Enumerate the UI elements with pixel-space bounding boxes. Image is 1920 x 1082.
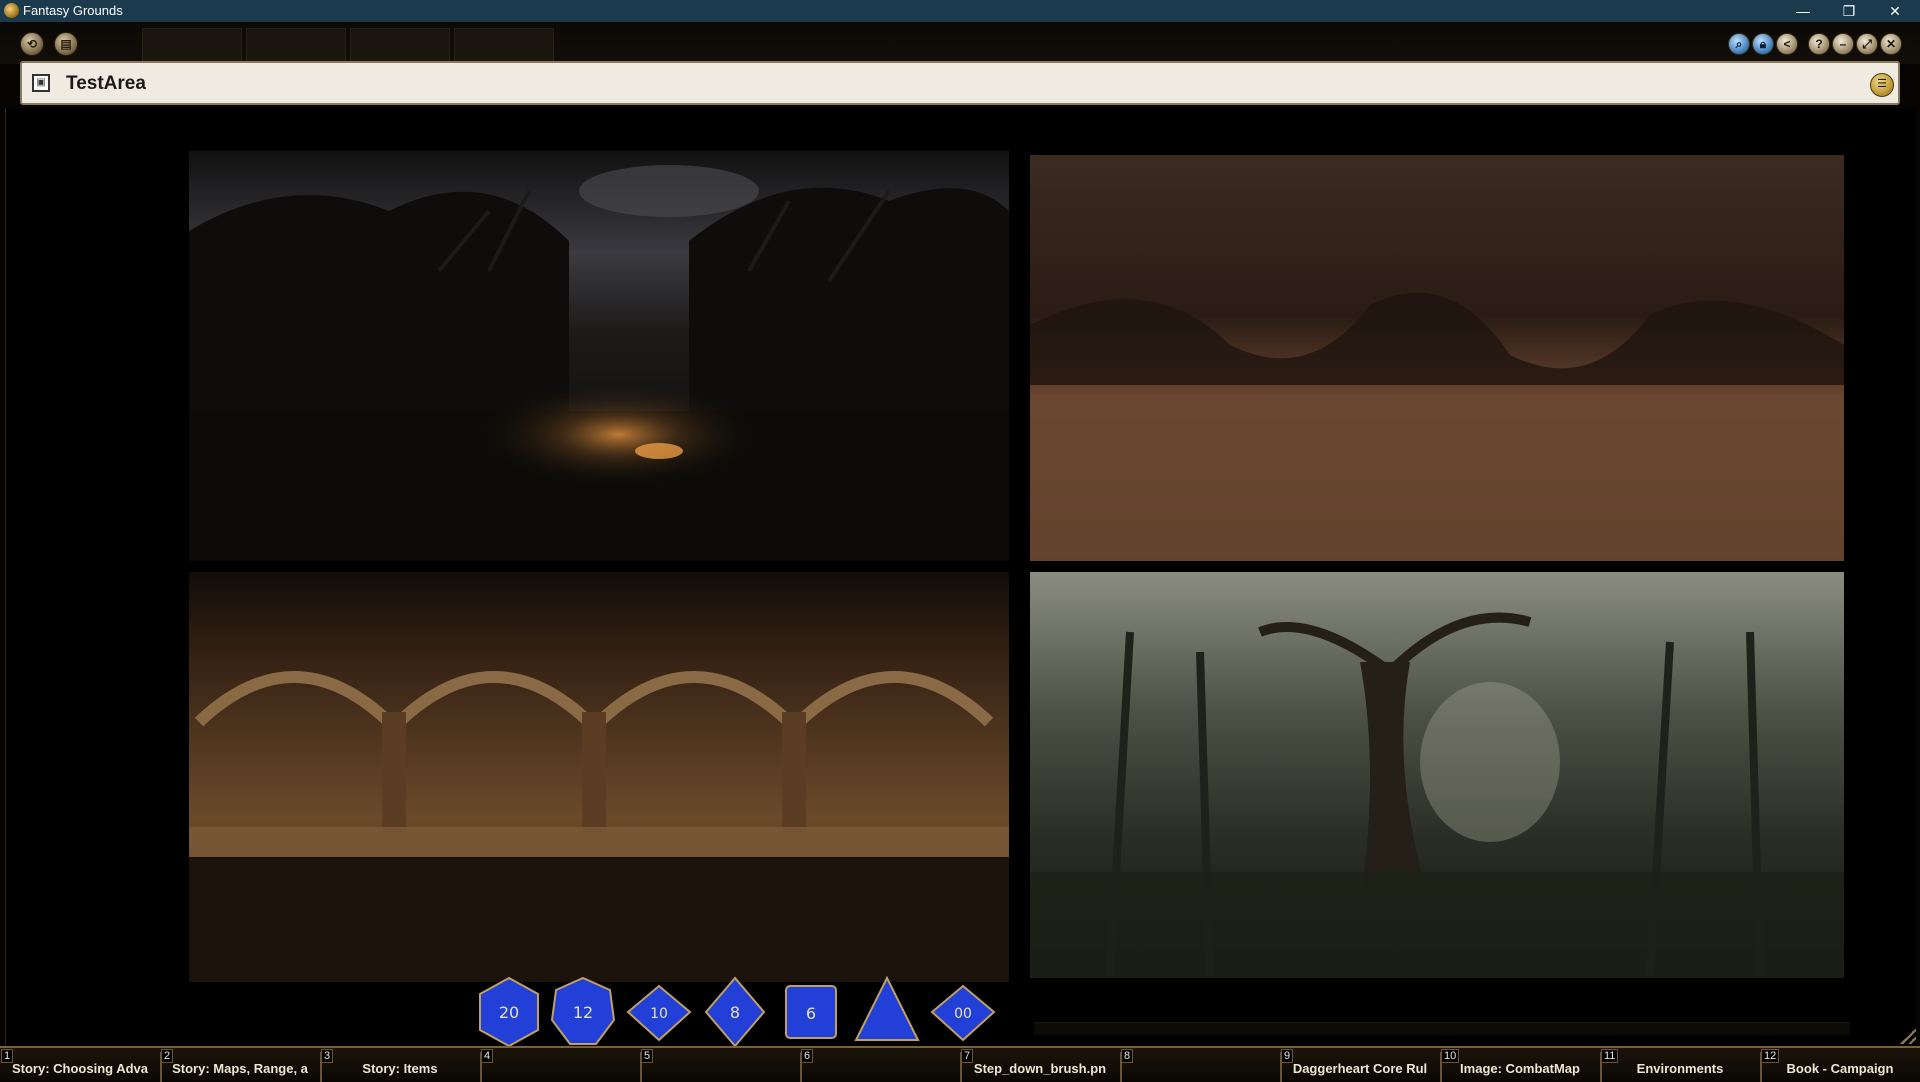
hotkey-slot-9[interactable]: 9 Daggerheart Core Rul [1280, 1048, 1440, 1082]
hotkey-slot-11[interactable]: 11 Environments [1600, 1048, 1760, 1082]
hotkey-label: Story: Items [362, 1061, 438, 1076]
image-content-area [5, 108, 1916, 1046]
hotkey-slot-8[interactable]: 8 [1120, 1048, 1280, 1082]
link-icon[interactable]: ▣ [32, 74, 50, 92]
hotkey-slot-4[interactable]: 4 [480, 1048, 640, 1082]
os-close-button[interactable]: ✕ [1872, 0, 1918, 22]
fantasy-grounds-app-icon [4, 3, 19, 18]
app-title: Fantasy Grounds [23, 3, 123, 18]
scene-panel-cave[interactable] [1030, 155, 1844, 561]
hotkey-label: Story: Maps, Range, a [172, 1061, 308, 1076]
hotkey-slot-5[interactable]: 5 [640, 1048, 800, 1082]
help-icon[interactable]: ? [1808, 33, 1830, 55]
d20-label: 20 [499, 1003, 519, 1022]
d100-label: 00 [954, 1006, 972, 1022]
hotkey-label: Step_down_brush.pn [973, 1061, 1107, 1076]
hotkey-slot-2[interactable]: 2 Story: Maps, Range, a [160, 1048, 320, 1082]
hotkey-label: Environments [1636, 1061, 1724, 1076]
hotkey-slot-1[interactable]: 1 Story: Choosing Adva [0, 1048, 160, 1082]
maximize-icon[interactable]: ⤢ [1856, 33, 1878, 55]
hotkey-label: Daggerheart Core Rul [1292, 1061, 1428, 1076]
window-title: TestArea [66, 73, 146, 94]
hotkey-number: 5 [641, 1049, 654, 1063]
d20-die[interactable]: 20 [476, 976, 542, 1048]
horizontal-scrollbar[interactable] [1034, 1022, 1850, 1035]
menu-icon[interactable]: ☰ [1870, 73, 1894, 97]
os-minimize-button[interactable]: — [1780, 0, 1826, 22]
hotkey-number: 6 [801, 1049, 814, 1063]
library-button[interactable]: ▤ [54, 32, 78, 56]
d10-die[interactable]: 10 [626, 976, 692, 1048]
d8-label: 8 [730, 1003, 740, 1022]
hotkey-label: Book - Campaign [1786, 1061, 1894, 1076]
hotkey-label: Story: Choosing Adva [11, 1061, 149, 1076]
search-icon[interactable]: ⌕ [1728, 33, 1750, 55]
d12-die[interactable]: 12 [550, 976, 616, 1048]
d100-die[interactable]: 00 [930, 976, 996, 1048]
sidebar-toggle-button[interactable]: ⟲ [20, 32, 44, 56]
hotkey-slot-3[interactable]: 3 Story: Items [320, 1048, 480, 1082]
d6-die[interactable]: 6 [778, 976, 844, 1048]
hotkey-number: 4 [481, 1049, 494, 1063]
d10-label: 10 [650, 1006, 668, 1022]
toolbar-slot[interactable] [142, 28, 242, 64]
hotkey-slot-6[interactable]: 6 [800, 1048, 960, 1082]
app-toolbar: ⟲ ▤ [0, 22, 1920, 64]
scene-panel-dark-forest[interactable] [189, 151, 1009, 561]
minimize-icon[interactable]: – [1832, 33, 1854, 55]
d6-label: 6 [806, 1004, 816, 1023]
d8-die[interactable]: 8 [702, 976, 768, 1048]
hotkey-slot-10[interactable]: 10 Image: CombatMap [1440, 1048, 1600, 1082]
close-icon[interactable]: ✕ [1880, 33, 1902, 55]
share-icon[interactable]: < [1776, 33, 1798, 55]
hotkey-number: 8 [1121, 1049, 1134, 1063]
resize-handle[interactable] [1900, 1028, 1916, 1044]
toolbar-slot[interactable] [246, 28, 346, 64]
os-restore-button[interactable]: ❐ [1826, 0, 1872, 22]
hotkey-slot-7[interactable]: 7 Step_down_brush.pn [960, 1048, 1120, 1082]
hotkey-bar: 1 Story: Choosing Adva 2 Story: Maps, Ra… [0, 1046, 1920, 1082]
os-titlebar: Fantasy Grounds — ❐ ✕ [0, 0, 1920, 22]
toolbar-slot[interactable] [350, 28, 450, 64]
toolbar-slot[interactable] [454, 28, 554, 64]
d4-die[interactable] [854, 975, 920, 1048]
window-header: ▣ TestArea ☰ [20, 61, 1900, 105]
d12-label: 12 [573, 1003, 593, 1022]
scene-panel-dungeon-arches[interactable] [189, 572, 1009, 982]
hotkey-slot-12[interactable]: 12 Book - Campaign [1760, 1048, 1920, 1082]
hotkey-label: Image: CombatMap [1460, 1061, 1580, 1076]
scene-panel-misty-forest[interactable] [1030, 572, 1844, 978]
lock-icon[interactable]: 🔒︎ [1752, 33, 1774, 55]
